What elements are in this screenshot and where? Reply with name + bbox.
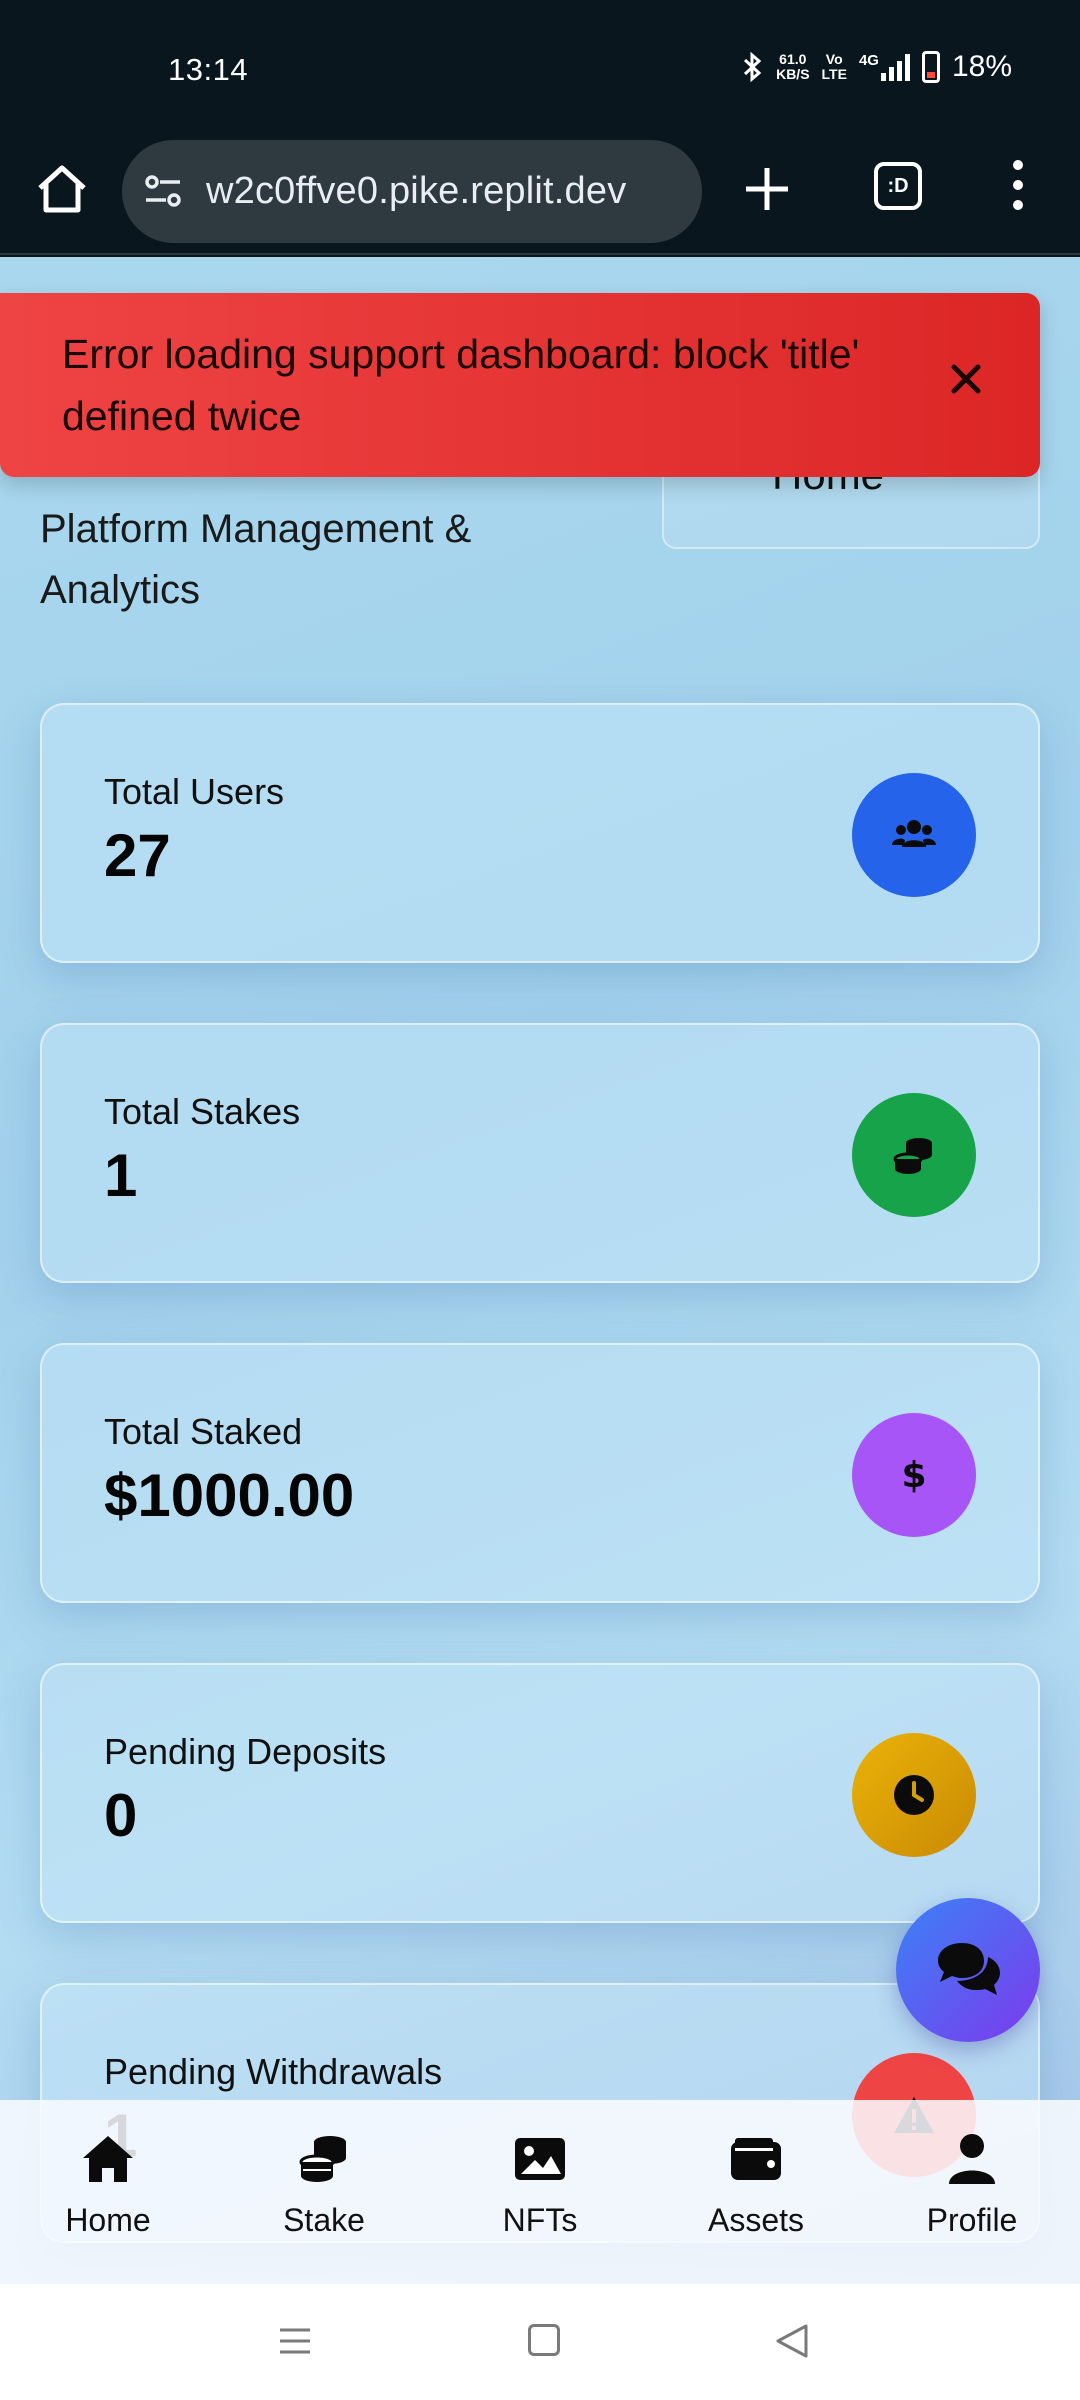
stat-card-total-users: Total Users 27	[40, 703, 1040, 963]
system-navigation-bar	[0, 2284, 1080, 2400]
stat-value: 1	[104, 1142, 138, 1209]
image-icon	[515, 2138, 565, 2180]
site-settings-icon[interactable]	[140, 168, 188, 216]
nav-item-profile[interactable]: Profile	[882, 2100, 1062, 2239]
stat-label: Pending Deposits	[104, 1731, 387, 1772]
error-message: Error loading support dashboard: block '…	[62, 331, 860, 439]
tab-switcher-button[interactable]: :D	[874, 162, 922, 210]
page-subtitle: Platform Management & Analytics	[40, 507, 472, 612]
stat-value: 27	[104, 822, 171, 889]
recents-icon[interactable]	[278, 2326, 312, 2356]
home-icon[interactable]	[34, 160, 90, 216]
home-icon	[83, 2136, 133, 2182]
browser-menu-icon[interactable]	[1006, 160, 1030, 220]
new-tab-icon[interactable]	[740, 162, 794, 216]
bottom-navigation: Home Stake NFTs Assets Profile	[0, 2100, 1080, 2284]
wallet-icon	[731, 2138, 781, 2180]
page-content: Platform Management & Analytics Home Tot…	[0, 257, 1080, 2284]
system-home-icon[interactable]	[528, 2324, 560, 2356]
battery-percent: 18%	[951, 50, 1012, 83]
users-icon	[852, 773, 976, 897]
stat-label: Total Users	[104, 771, 285, 812]
stat-label: Pending Withdrawals	[104, 2051, 443, 2092]
signal-icon	[880, 53, 910, 81]
stat-value: 0	[104, 1782, 138, 1849]
svg-text:$: $	[901, 1455, 926, 1496]
chat-icon	[938, 1943, 1000, 1995]
chat-button[interactable]	[896, 1898, 1040, 2042]
dollar-icon: $	[852, 1413, 976, 1537]
close-icon[interactable]	[944, 357, 988, 401]
status-time: 13:14	[168, 52, 249, 87]
nav-label: NFTs	[502, 2202, 578, 2238]
network-speed: 61.0 KB/S	[776, 51, 810, 82]
nav-item-nfts[interactable]: NFTs	[450, 2100, 630, 2239]
stat-label: Total Staked	[104, 1411, 303, 1452]
clock-icon	[852, 1733, 976, 1857]
stat-label: Total Stakes	[104, 1091, 301, 1132]
stat-value: $1000.00	[104, 1462, 355, 1529]
user-icon	[949, 2134, 995, 2184]
browser-toolbar: w2c0ffve0.pike.replit.dev :D	[0, 140, 1080, 255]
stat-card-pending-deposits: Pending Deposits 0	[40, 1663, 1040, 1923]
error-toast: Error loading support dashboard: block '…	[0, 293, 1040, 477]
coins-icon	[852, 1093, 976, 1217]
nav-item-assets[interactable]: Assets	[666, 2100, 846, 2239]
bluetooth-icon	[744, 51, 762, 83]
nav-label: Stake	[283, 2202, 365, 2238]
stat-card-total-stakes: Total Stakes 1	[40, 1023, 1040, 1283]
nav-item-stake[interactable]: Stake	[234, 2100, 414, 2239]
nav-label: Profile	[926, 2202, 1018, 2238]
nav-label: Home	[65, 2202, 151, 2238]
back-icon[interactable]	[774, 2322, 810, 2360]
status-bar: 13:14 61.0 KB/S Vo LTE 4G 18%	[0, 0, 1080, 140]
coins-icon	[299, 2136, 346, 2182]
nav-item-home[interactable]: Home	[18, 2100, 198, 2239]
cell-signal: 4G	[859, 53, 910, 81]
url-text: w2c0ffve0.pike.replit.dev	[206, 170, 627, 212]
system-icons: 61.0 KB/S Vo LTE 4G 18%	[742, 50, 1012, 84]
nav-label: Assets	[707, 2202, 805, 2238]
stat-card-total-staked: Total Staked $1000.00 $	[40, 1343, 1040, 1603]
address-bar[interactable]: w2c0ffve0.pike.replit.dev	[122, 140, 702, 243]
battery-icon	[921, 51, 940, 83]
volte-indicator: Vo LTE	[821, 51, 847, 82]
